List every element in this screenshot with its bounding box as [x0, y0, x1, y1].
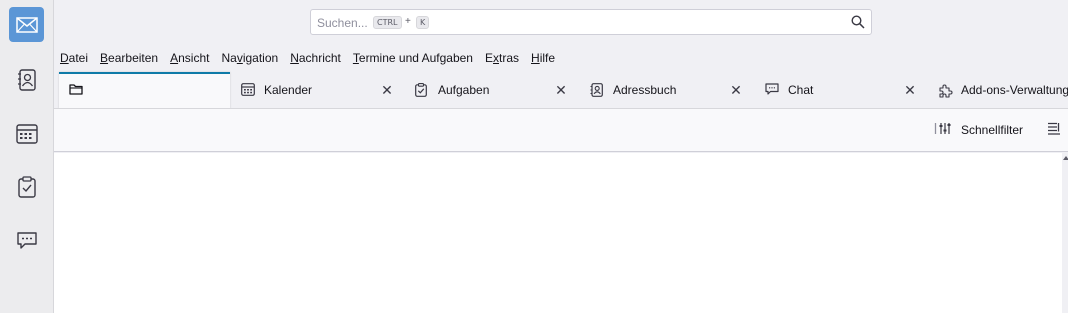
tab-label: Chat [788, 83, 814, 97]
tab-label: Kalender [264, 83, 313, 97]
search-icon [851, 15, 865, 32]
vertical-scrollbar[interactable] [1062, 153, 1068, 313]
menu-nachricht[interactable]: Nachricht [290, 51, 341, 65]
menu-ansicht[interactable]: Ansicht [170, 51, 209, 65]
puzzle-icon [938, 83, 954, 102]
menu-bar: Datei Bearbeiten Ansicht Navigation Nach… [54, 47, 1068, 68]
menu-navigation[interactable]: Navigation [221, 51, 278, 65]
clipboard-icon [17, 175, 36, 198]
calendar-icon [241, 83, 255, 99]
menu-termine-und-aufgaben[interactable]: Termine und Aufgaben [353, 51, 473, 65]
chat-icon [765, 83, 779, 99]
filter-sliders-icon [934, 122, 954, 138]
addressbook-icon [17, 68, 37, 91]
tab-label: Add-ons-Verwaltung [961, 83, 1068, 97]
search-input[interactable]: Suchen... CTRL + K [310, 9, 872, 35]
tab-aufgaben[interactable]: Aufgaben ✕ [405, 72, 580, 108]
close-icon[interactable]: ✕ [379, 82, 395, 99]
tasks-space-button[interactable] [9, 169, 44, 204]
menu-datei[interactable]: Datei [60, 51, 88, 65]
folder-icon [69, 83, 83, 98]
quick-filter-button[interactable]: Schnellfilter [934, 122, 1023, 138]
quick-filter-label: Schnellfilter [961, 123, 1024, 137]
thunderbird-window: Suchen... CTRL + K Datei Bearbeiten Ansi… [0, 0, 1068, 313]
shortcut-key-k: K [416, 16, 430, 29]
envelope-icon [15, 16, 38, 33]
tab-add-ons-verwaltung[interactable]: Add-ons-Verwaltung [928, 72, 1068, 108]
spaces-toolbar [0, 0, 54, 313]
scroll-up-arrow-icon[interactable] [1063, 156, 1068, 160]
close-icon[interactable]: ✕ [728, 82, 744, 99]
tab-strip: Kalender ✕ Aufgaben ✕ Adressbuch ✕ Chat … [54, 68, 1068, 109]
addressbook-space-button[interactable] [9, 62, 44, 97]
tab-label: Adressbuch [613, 83, 677, 97]
tab-chat[interactable]: Chat ✕ [755, 72, 928, 108]
clipboard-icon [415, 83, 427, 100]
tab-mail[interactable] [59, 72, 230, 108]
mail-space-button[interactable] [9, 7, 44, 42]
shortcut-key-ctrl: CTRL [373, 16, 402, 29]
calendar-space-button[interactable] [9, 116, 44, 151]
message-pane[interactable] [54, 153, 1062, 313]
close-icon[interactable]: ✕ [902, 82, 918, 99]
tab-label: Aufgaben [438, 83, 490, 97]
chat-icon [16, 231, 38, 251]
menu-bearbeiten[interactable]: Bearbeiten [100, 51, 158, 65]
close-icon[interactable]: ✕ [553, 82, 569, 99]
tab-kalender[interactable]: Kalender ✕ [231, 72, 405, 108]
mail-toolbar: Schnellfilter [54, 109, 1068, 152]
addressbook-icon [590, 83, 603, 100]
search-placeholder: Suchen... [317, 16, 368, 30]
shortcut-plus: + [405, 16, 411, 27]
tab-adressbuch[interactable]: Adressbuch ✕ [580, 72, 755, 108]
menu-extras[interactable]: Extras [485, 51, 519, 65]
menu-hilfe[interactable]: Hilfe [531, 51, 555, 65]
chat-space-button[interactable] [9, 223, 44, 258]
message-list-layout-icon[interactable] [1047, 122, 1061, 138]
unified-toolbar: Suchen... CTRL + K [54, 0, 1068, 46]
calendar-icon [15, 123, 38, 144]
